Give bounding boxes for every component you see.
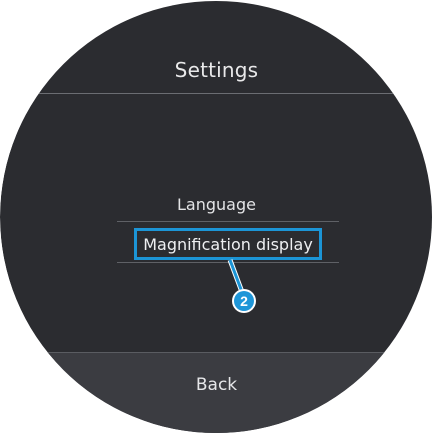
back-button[interactable]: Back xyxy=(0,352,432,433)
menu-divider xyxy=(117,221,339,222)
menu-divider xyxy=(117,262,339,263)
watch-screen: Settings Language Magnification display … xyxy=(0,1,432,433)
menu-item-language[interactable]: Language xyxy=(0,194,432,220)
callout-number-badge: 2 xyxy=(232,289,256,313)
menu-item-label: Magnification display xyxy=(143,234,313,254)
menu-item-magnification-display[interactable]: Magnification display xyxy=(134,228,322,260)
title-divider xyxy=(0,93,432,94)
callout-number: 2 xyxy=(234,291,254,311)
back-label: Back xyxy=(195,375,238,395)
screen-title: Settings xyxy=(174,58,259,82)
